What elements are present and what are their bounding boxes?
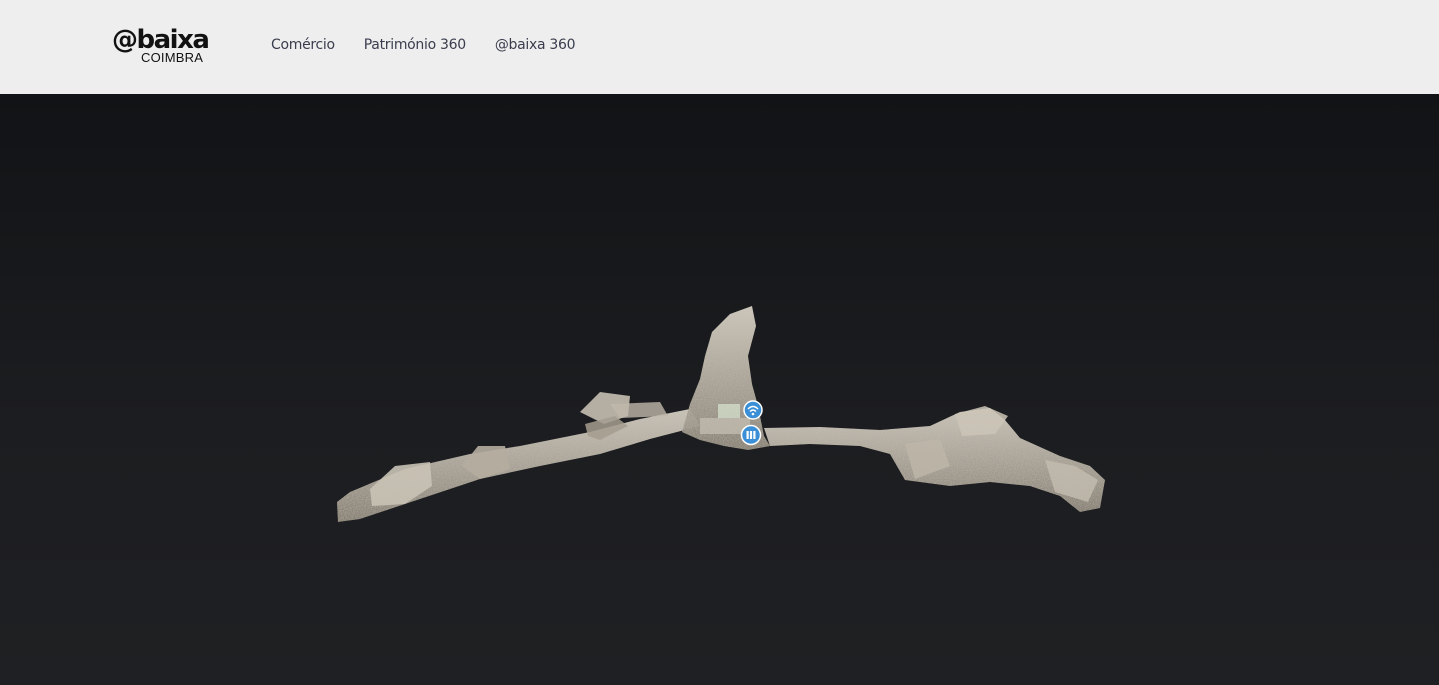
dollhouse-model[interactable] (0, 94, 1439, 685)
3d-tour-viewer[interactable] (0, 94, 1439, 685)
page: @baixa COIMBRA Comércio Património 360 @… (0, 0, 1439, 685)
nav-item-patrimonio-360[interactable]: Património 360 (364, 36, 466, 54)
street-right-arm (764, 406, 1105, 512)
main-nav: Comércio Património 360 @baixa 360 (271, 36, 604, 54)
logo-subtitle: COIMBRA (141, 50, 204, 65)
wifi-icon[interactable] (743, 400, 763, 420)
info-icon[interactable] (740, 424, 762, 446)
site-logo[interactable]: @baixa COIMBRA (112, 26, 222, 68)
site-header: @baixa COIMBRA Comércio Património 360 @… (0, 0, 1439, 94)
street-left-arm (337, 392, 700, 522)
nav-item-baixa-360[interactable]: @baixa 360 (495, 36, 576, 54)
nav-item-comercio[interactable]: Comércio (271, 36, 335, 54)
